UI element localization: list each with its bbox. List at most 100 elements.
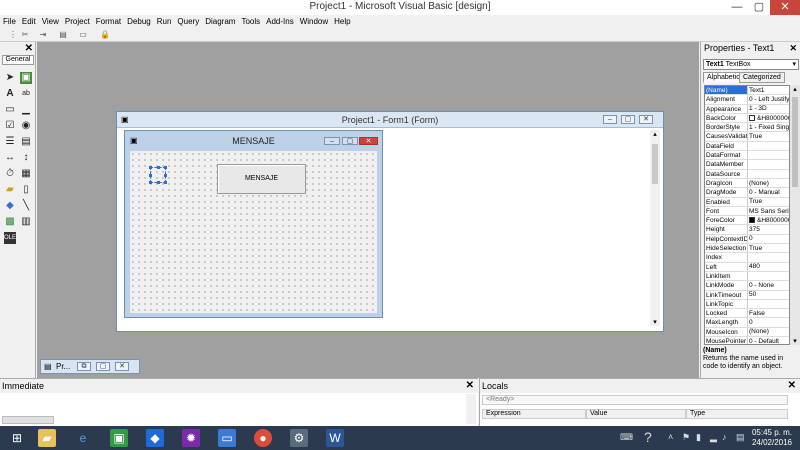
property-value[interactable]: False bbox=[748, 309, 789, 317]
minimize-button[interactable]: — bbox=[726, 0, 748, 15]
menu-project[interactable]: Project bbox=[62, 15, 93, 28]
property-value[interactable] bbox=[748, 170, 789, 178]
checkbox-icon[interactable]: ☑ bbox=[4, 120, 16, 132]
help-icon[interactable]: ? bbox=[644, 429, 652, 445]
property-row[interactable]: CausesValidationTrue bbox=[705, 132, 789, 142]
column-value[interactable]: Value bbox=[586, 409, 686, 419]
show-hidden-icon[interactable]: ˄ bbox=[668, 432, 673, 442]
property-row[interactable]: Left 480 bbox=[705, 262, 789, 272]
dirlistbox-icon[interactable]: ▰ bbox=[4, 184, 16, 196]
windows-start-icon[interactable]: ⊞ bbox=[8, 429, 26, 447]
designer-close-button[interactable]: ✕ bbox=[639, 115, 653, 124]
hscrollbar-icon[interactable]: ↔ bbox=[4, 152, 16, 164]
paint-icon[interactable]: ✹ bbox=[182, 429, 200, 447]
maximize-button[interactable]: ▢ bbox=[96, 362, 110, 371]
text1-textbox[interactable] bbox=[149, 166, 167, 184]
mensaje-command-button[interactable]: MENSAJE bbox=[217, 164, 306, 194]
indent-icon[interactable]: ⇥ bbox=[38, 30, 48, 40]
designer-minimize-button[interactable]: – bbox=[603, 115, 617, 124]
flag-icon[interactable]: ⚑ bbox=[682, 432, 690, 443]
textbox-icon[interactable]: ab bbox=[20, 88, 32, 100]
tab-categorized[interactable]: Categorized bbox=[739, 72, 785, 83]
property-value[interactable]: 0 - Default bbox=[748, 337, 789, 344]
immediate-vscrollbar[interactable] bbox=[466, 394, 476, 424]
designer-maximize-button[interactable]: ▢ bbox=[621, 115, 635, 124]
menu-window[interactable]: Window bbox=[297, 15, 331, 28]
filelistbox-icon[interactable]: ▯ bbox=[20, 184, 32, 196]
tab-alphabetic[interactable]: Alphabetic bbox=[703, 72, 744, 83]
property-row[interactable]: ForeColor&H80000008& bbox=[705, 216, 789, 226]
dropbox-icon[interactable]: ◆ bbox=[146, 429, 164, 447]
property-value[interactable]: 375 bbox=[748, 225, 789, 233]
close-button[interactable]: ✕ bbox=[115, 362, 129, 371]
property-value[interactable]: &H80000008& bbox=[748, 216, 789, 224]
resize-handle[interactable] bbox=[149, 174, 152, 177]
property-row[interactable]: MaxLength 0 bbox=[705, 318, 789, 328]
properties-scrollbar[interactable]: ▴ ▾ bbox=[790, 85, 800, 345]
property-row[interactable]: LinkTimeout 50 bbox=[705, 290, 789, 300]
property-value[interactable]: 1 - 3D bbox=[748, 105, 789, 113]
property-value[interactable] bbox=[748, 253, 789, 261]
property-value[interactable]: 0 - Left Justify bbox=[748, 95, 789, 103]
data-icon[interactable]: ▥ bbox=[20, 216, 32, 228]
property-row[interactable]: DataMember bbox=[705, 160, 789, 170]
property-row[interactable]: LinkMode 0 - None bbox=[705, 281, 789, 291]
remote-desktop-icon[interactable]: ▭ bbox=[218, 429, 236, 447]
word-icon[interactable]: W bbox=[326, 429, 344, 447]
properties-close-button[interactable]: ✕ bbox=[789, 42, 797, 55]
menu-file[interactable]: File bbox=[0, 15, 19, 28]
cut-icon[interactable]: ✂ bbox=[20, 30, 30, 40]
menu-add-ins[interactable]: Add-Ins bbox=[263, 15, 297, 28]
property-value[interactable]: True bbox=[748, 244, 789, 252]
property-row[interactable]: LinkItem bbox=[705, 271, 789, 282]
menu-tools[interactable]: Tools bbox=[238, 15, 263, 28]
property-value[interactable]: &H80000005& bbox=[748, 114, 789, 122]
immediate-window[interactable]: Immediate ✕ bbox=[0, 378, 478, 426]
scroll-up-icon[interactable]: ▴ bbox=[790, 85, 800, 93]
optionbutton-icon[interactable]: ◉ bbox=[20, 120, 32, 132]
volume-icon[interactable]: ♪ bbox=[722, 432, 727, 442]
scroll-down-icon[interactable]: ▾ bbox=[650, 318, 660, 326]
resize-handle[interactable] bbox=[149, 166, 152, 169]
property-row[interactable]: Alignment 0 - Left Justify bbox=[705, 95, 789, 105]
visual-basic-icon[interactable]: ⚙ bbox=[290, 429, 308, 447]
form1[interactable]: ▣ MENSAJE – ▢ ✕ MENSAJE bbox=[124, 130, 383, 318]
object-selector[interactable]: Text1 TextBox ▾ bbox=[703, 59, 799, 70]
menu-view[interactable]: View bbox=[39, 15, 62, 28]
frame-icon[interactable]: ▭ bbox=[4, 104, 16, 116]
menu-diagram[interactable]: Diagram bbox=[202, 15, 238, 28]
menu-help[interactable]: Help bbox=[331, 15, 353, 28]
column-expression[interactable]: Expression bbox=[482, 409, 586, 419]
property-value[interactable]: Text1 bbox=[748, 86, 789, 94]
store-icon[interactable]: ▣ bbox=[110, 429, 128, 447]
keyboard-icon[interactable]: ⌨ bbox=[620, 432, 633, 443]
property-value[interactable]: 0 bbox=[748, 235, 789, 243]
property-value[interactable]: 1 - Fixed Single bbox=[748, 123, 789, 131]
property-value[interactable] bbox=[748, 151, 789, 159]
property-value[interactable]: 480 bbox=[748, 263, 789, 271]
property-row[interactable]: Locked False bbox=[705, 309, 789, 319]
property-value[interactable]: 0 bbox=[748, 318, 789, 326]
property-row[interactable]: Index bbox=[705, 253, 789, 263]
scroll-down-icon[interactable]: ▾ bbox=[790, 337, 800, 345]
property-value[interactable]: True bbox=[748, 132, 789, 140]
property-value[interactable] bbox=[748, 160, 789, 168]
signal-icon[interactable]: ▂ bbox=[710, 432, 717, 443]
property-value[interactable]: 0 - Manual bbox=[748, 188, 789, 196]
combobox-icon[interactable]: ☰ bbox=[4, 136, 16, 148]
menu-edit[interactable]: Edit bbox=[19, 15, 39, 28]
property-value[interactable] bbox=[748, 300, 789, 308]
property-row[interactable]: MouseIcon (None) bbox=[705, 327, 789, 338]
menu-format[interactable]: Format bbox=[93, 15, 124, 28]
align-icon[interactable]: ▤ bbox=[58, 30, 68, 40]
resize-handle[interactable] bbox=[149, 181, 152, 184]
drivelistbox-icon[interactable]: ▦ bbox=[20, 168, 32, 180]
size-icon[interactable]: ▭ bbox=[78, 30, 88, 40]
property-value[interactable] bbox=[748, 142, 789, 150]
property-row[interactable]: HelpContextID 0 bbox=[705, 234, 789, 245]
close-button[interactable]: ✕ bbox=[770, 0, 800, 15]
internet-explorer-icon[interactable]: e bbox=[74, 429, 92, 447]
shape-icon[interactable]: ◆ bbox=[4, 200, 16, 212]
picturebox-icon[interactable]: ▣ bbox=[20, 72, 32, 84]
maximize-button[interactable]: ▢ bbox=[748, 0, 770, 15]
